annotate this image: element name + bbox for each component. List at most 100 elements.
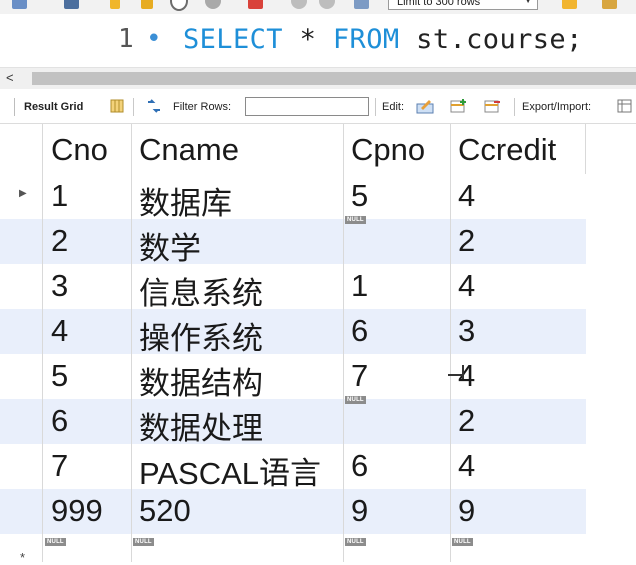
cell-cpno[interactable]: 1 (343, 264, 450, 309)
row-marker[interactable] (0, 309, 40, 354)
table-row[interactable]: 2 数学 NULL 2 (0, 216, 586, 266)
cell-cpno[interactable]: NULL (343, 216, 450, 264)
column-divider[interactable] (131, 124, 132, 562)
cell-cpno[interactable]: 7 (343, 354, 450, 399)
filter-icon[interactable] (145, 97, 163, 115)
cell-cno[interactable]: 3 (43, 264, 131, 309)
table-row[interactable]: ▶ 1 数据库 5 4 (0, 174, 586, 221)
cell-cno[interactable]: NULL (43, 534, 131, 562)
row-marker[interactable] (0, 219, 40, 264)
cell-ccredit[interactable]: 2 (450, 399, 586, 444)
cell-cpno[interactable]: 5 (343, 174, 450, 219)
cell-cname[interactable]: 数据库 (131, 174, 343, 221)
cell-cpno[interactable]: NULL (343, 534, 450, 562)
cell-cno[interactable]: 2 (43, 219, 131, 264)
cell-cname[interactable]: PASCAL语言 (131, 444, 343, 491)
cell-cname[interactable]: 数据结构 (131, 354, 343, 401)
cell-value: 1 (351, 268, 369, 303)
scroll-left-icon[interactable]: < (6, 70, 14, 85)
cell-cno[interactable]: 1 (43, 174, 131, 219)
folder-icon[interactable] (10, 0, 28, 10)
grid-layout-icon[interactable] (108, 97, 126, 115)
snippet-icon[interactable] (600, 0, 618, 10)
filter-rows-input[interactable] (245, 97, 369, 116)
cell-ccredit[interactable]: 4 (450, 264, 586, 309)
cell-value: 7 (351, 358, 369, 393)
row-marker[interactable] (0, 354, 40, 399)
cell-cpno[interactable]: NULL (343, 396, 450, 444)
cell-value: 7 (51, 448, 69, 483)
sql-code-line[interactable]: SELECT * FROM st.course; (183, 24, 583, 55)
result-grid[interactable]: Cno Cname Cpno Ccredit ▶ 1 数据库 5 4 2 数学 … (0, 124, 586, 565)
cell-cpno[interactable]: 6 (343, 309, 450, 354)
cell-ccredit[interactable]: 3 (450, 309, 586, 354)
cell-cno[interactable]: 6 (43, 399, 131, 444)
table-row[interactable]: 999 520 9 9 (0, 489, 586, 534)
cell-ccredit[interactable]: 4 (450, 354, 586, 399)
save-icon[interactable] (62, 0, 80, 10)
cell-value: 1 (51, 178, 69, 213)
cell-ccredit[interactable]: 4 (450, 174, 586, 219)
null-badge: NULL (133, 538, 154, 546)
column-divider[interactable] (450, 124, 451, 562)
column-header-cpno[interactable]: Cpno (343, 124, 450, 174)
cell-ccredit[interactable]: 2 (450, 219, 586, 264)
limit-rows-select[interactable]: Limit to 300 rows ▼ (388, 0, 538, 10)
export-icon[interactable] (616, 97, 634, 115)
row-marker[interactable] (0, 444, 40, 489)
table-row[interactable]: 4 操作系统 6 3 (0, 309, 586, 356)
table-row[interactable]: 6 数据处理 NULL 2 (0, 396, 586, 446)
column-divider[interactable] (585, 124, 586, 174)
add-row-icon[interactable] (450, 97, 468, 115)
check-icon[interactable] (290, 0, 308, 10)
lightning-icon[interactable] (106, 0, 124, 10)
filter-rows-label: Filter Rows: (173, 101, 232, 113)
row-marker[interactable] (0, 399, 40, 444)
cell-cno[interactable]: 7 (43, 444, 131, 489)
scrollbar-thumb[interactable] (32, 72, 636, 85)
no-stop-icon[interactable] (246, 0, 264, 10)
column-header-cno[interactable]: Cno (43, 124, 131, 174)
row-marker[interactable] (0, 489, 40, 534)
table-row[interactable]: 3 信息系统 1 4 (0, 264, 586, 311)
cell-cname[interactable]: 520 (131, 489, 343, 534)
edit-cell-icon[interactable] (416, 97, 434, 115)
cell-cname[interactable]: 信息系统 (131, 264, 343, 311)
magnify-icon[interactable] (170, 0, 188, 11)
column-header-ccredit[interactable]: Ccredit (450, 124, 586, 174)
cell-cno[interactable]: 4 (43, 309, 131, 354)
new-row[interactable]: NULL NULL NULL NULL * (0, 534, 586, 565)
cell-cno[interactable]: 5 (43, 354, 131, 399)
chevron-down-icon: ▼ (523, 0, 533, 6)
editor-horizontal-scrollbar[interactable]: < (0, 67, 636, 90)
cell-cno[interactable]: 999 (43, 489, 131, 534)
cell-value: 操作系统 (139, 321, 263, 356)
cell-cpno[interactable]: 6 (343, 444, 450, 489)
column-header-cname[interactable]: Cname (131, 124, 343, 174)
result-grid-tab[interactable]: Result Grid (24, 101, 83, 113)
delete-row-icon[interactable] (484, 97, 502, 115)
lightning-cursor-icon[interactable] (138, 0, 156, 10)
beautify-icon[interactable] (560, 0, 578, 10)
column-divider[interactable] (343, 124, 344, 562)
cell-ccredit[interactable]: NULL (450, 534, 586, 562)
table-row[interactable]: 7 PASCAL语言 6 4 (0, 444, 586, 491)
column-divider (42, 124, 43, 562)
cell-cname[interactable]: 数学 (131, 219, 343, 266)
edit-label: Edit: (382, 101, 405, 113)
limit-rows-value: Limit to 300 rows (397, 0, 481, 8)
cell-ccredit[interactable]: 9 (450, 489, 586, 534)
sql-editor[interactable]: 1 • SELECT * FROM st.course; (0, 14, 636, 67)
toggle-icon[interactable] (352, 0, 370, 10)
stop-icon[interactable] (204, 0, 222, 10)
cancel-icon[interactable] (318, 0, 336, 10)
cell-cname[interactable]: NULL (131, 534, 343, 562)
row-marker[interactable] (0, 264, 40, 309)
cell-value: 数据库 (139, 186, 232, 221)
table-row[interactable]: 5 数据结构 7 4 (0, 354, 586, 401)
cell-cpno[interactable]: 9 (343, 489, 450, 534)
cell-cname[interactable]: 操作系统 (131, 309, 343, 356)
cell-cname[interactable]: 数据处理 (131, 399, 343, 446)
row-marker[interactable]: ▶ (0, 174, 40, 219)
cell-ccredit[interactable]: 4 (450, 444, 586, 489)
